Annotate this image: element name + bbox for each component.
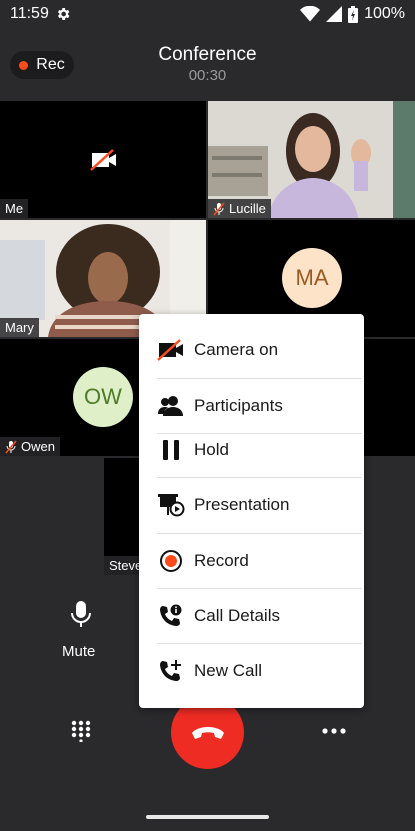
dialpad-icon[interactable] xyxy=(71,720,91,742)
video-tile-lucille[interactable]: Lucille xyxy=(208,101,415,218)
settings-icon xyxy=(57,8,70,20)
avatar-ow: OW xyxy=(73,367,133,427)
menu-divider xyxy=(157,477,362,478)
tile-name-lucille: Lucille xyxy=(208,199,271,218)
menu-label: Record xyxy=(194,551,249,570)
call-timer: 00:30 xyxy=(188,67,227,84)
end-call-icon xyxy=(191,726,224,739)
menu-label: New Call xyxy=(194,661,263,680)
tile-name-mary: Mary xyxy=(0,318,39,337)
menu-divider xyxy=(157,643,362,644)
mute-mic-icon[interactable] xyxy=(70,600,92,628)
tile-name-me: Me xyxy=(0,199,29,218)
call-details-icon xyxy=(157,604,185,628)
pause-icon xyxy=(157,438,185,462)
avatar-ma: MA xyxy=(282,248,342,308)
presentation-icon xyxy=(157,493,185,517)
home-indicator[interactable] xyxy=(146,815,269,819)
menu-label: Hold xyxy=(194,440,229,459)
mic-muted-icon xyxy=(5,440,17,453)
menu-item-new-call[interactable]: New Call xyxy=(139,645,364,697)
menu-divider xyxy=(157,378,362,379)
menu-item-hold[interactable]: Hold xyxy=(139,424,364,476)
menu-label: Participants xyxy=(194,396,283,415)
signal-icon xyxy=(326,6,343,22)
wifi-icon xyxy=(300,6,321,22)
battery-icon xyxy=(348,5,359,23)
menu-label: Call Details xyxy=(194,606,280,625)
call-options-menu: Camera on Participants Hold Presentation… xyxy=(139,314,364,708)
mic-muted-icon xyxy=(213,202,225,215)
mute-label[interactable]: Mute xyxy=(62,643,95,660)
status-time: 11:59 xyxy=(10,5,49,22)
menu-label: Camera on xyxy=(194,340,279,359)
menu-item-record[interactable]: Record xyxy=(139,535,364,587)
camera-off-icon xyxy=(90,149,116,171)
call-title: Conference xyxy=(158,44,257,65)
add-call-icon xyxy=(157,659,185,683)
record-icon xyxy=(157,549,185,573)
menu-divider xyxy=(157,588,362,589)
battery-percent: 100% xyxy=(364,5,405,22)
more-options-icon[interactable] xyxy=(322,728,346,734)
participants-icon xyxy=(157,394,185,418)
menu-divider xyxy=(157,533,362,534)
menu-label: Presentation xyxy=(194,495,290,514)
status-bar: 11:59 100% xyxy=(0,0,415,28)
menu-item-presentation[interactable]: Presentation xyxy=(139,479,364,531)
camera-off-icon xyxy=(157,338,185,362)
menu-item-call-details[interactable]: Call Details xyxy=(139,590,364,642)
video-tile-me[interactable]: Me xyxy=(0,101,206,218)
tile-name-owen: Owen xyxy=(0,437,60,456)
menu-item-camera-on[interactable]: Camera on xyxy=(139,324,364,376)
